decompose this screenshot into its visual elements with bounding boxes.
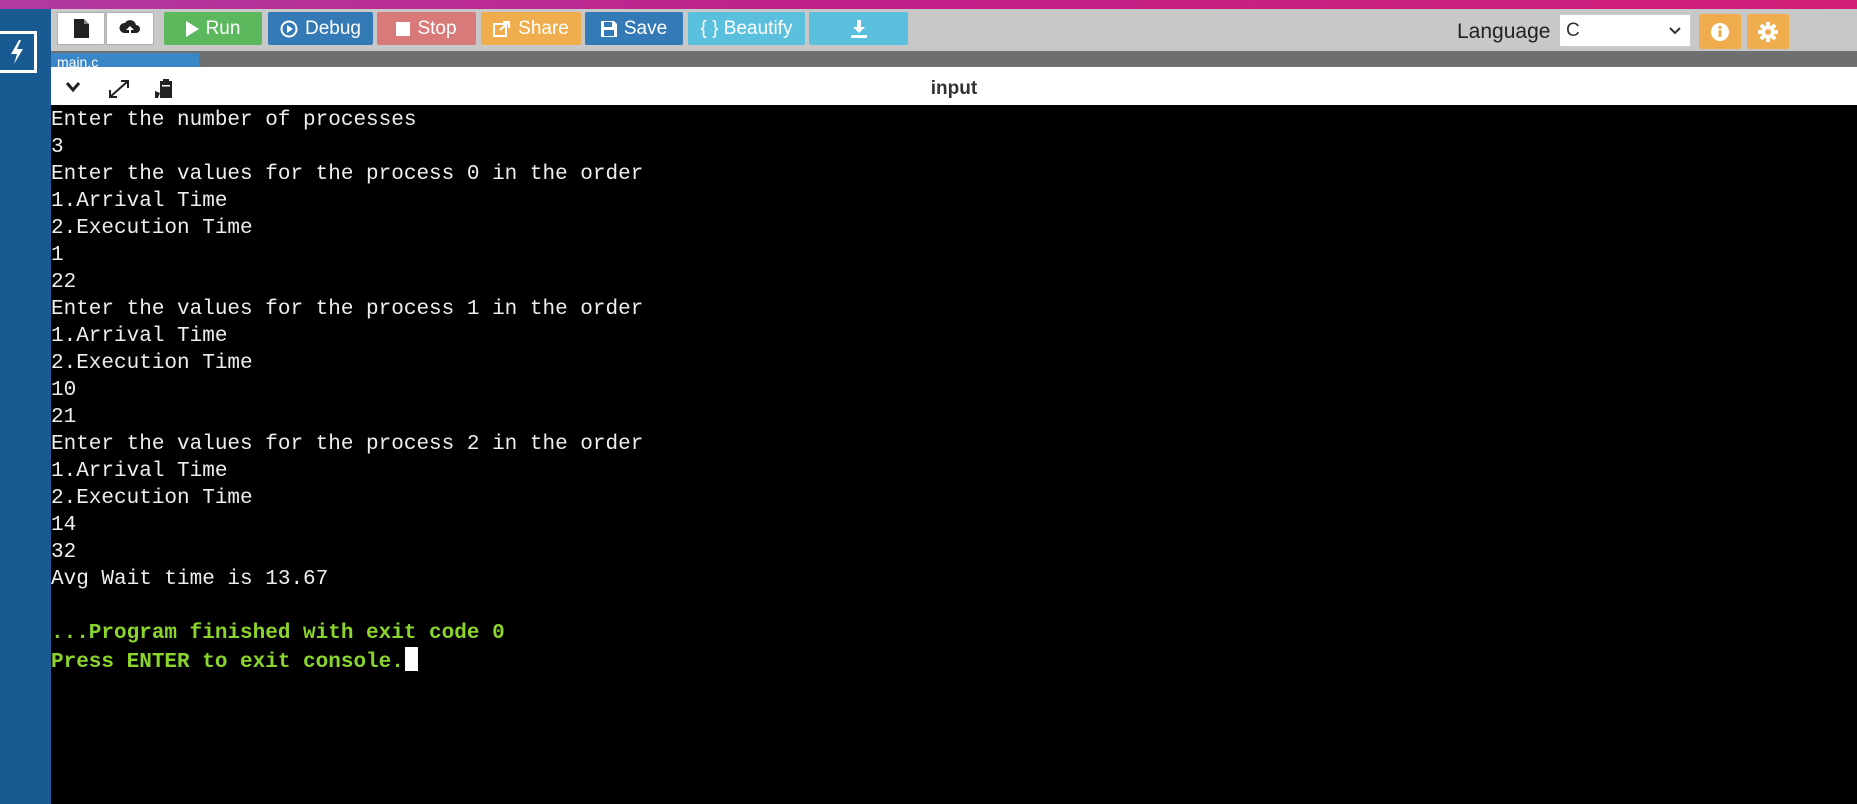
download-icon — [850, 19, 867, 38]
stop-icon — [396, 21, 411, 36]
console-line: Avg Wait time is 13.67 — [51, 568, 329, 591]
console-line: 1.Arrival Time — [51, 460, 228, 483]
console-line: 22 — [51, 271, 77, 294]
console-line: 10 — [51, 379, 77, 402]
play-circle-icon — [280, 20, 298, 37]
console-line: 32 — [51, 541, 77, 564]
beautify-button[interactable]: { } Beautify — [688, 12, 805, 45]
share-button-label: Share — [518, 17, 569, 39]
sidebar — [0, 9, 51, 804]
download-button[interactable] — [809, 12, 908, 45]
file-tab-bar: main.c — [51, 51, 1857, 67]
new-file-button[interactable] — [57, 12, 105, 45]
console-line: 1 — [51, 244, 64, 267]
stop-button[interactable]: Stop — [377, 12, 476, 45]
io-panel-title: input — [930, 78, 978, 99]
language-select-value: C — [1566, 19, 1580, 41]
console-line: Enter the values for the process 0 in th… — [51, 163, 644, 186]
floppy-disk-icon — [600, 20, 617, 37]
console-line: 2.Execution Time — [51, 217, 253, 240]
save-button-label: Save — [623, 17, 668, 39]
run-button-label: Run — [205, 17, 241, 39]
top-accent-bar — [0, 0, 1857, 9]
console-prompt-text: Press ENTER to exit console. — [51, 651, 404, 674]
file-icon — [73, 19, 89, 38]
bolt-logo-icon[interactable] — [0, 31, 37, 73]
language-label: Language — [1457, 20, 1551, 43]
language-select[interactable]: C — [1559, 14, 1691, 47]
console-line: 1.Arrival Time — [51, 325, 228, 348]
share-button[interactable]: Share — [481, 12, 581, 45]
play-icon — [185, 20, 199, 37]
upload-button[interactable] — [106, 12, 154, 45]
save-button[interactable]: Save — [585, 12, 683, 45]
debug-button-label: Debug — [305, 17, 361, 39]
debug-button[interactable]: Debug — [268, 12, 373, 45]
run-button[interactable]: Run — [164, 12, 262, 45]
settings-button[interactable] — [1747, 14, 1789, 49]
gear-icon — [1758, 21, 1778, 42]
console-line: Enter the values for the process 2 in th… — [51, 433, 644, 456]
console-line: Enter the values for the process 1 in th… — [51, 298, 644, 321]
console-output[interactable]: Enter the number of processes 3 Enter th… — [51, 105, 1857, 804]
console-prompt-line: Press ENTER to exit console. — [51, 647, 643, 674]
chevron-down-icon — [1669, 27, 1681, 35]
console-line: 1.Arrival Time — [51, 190, 228, 213]
console-exit-message: ...Program finished with exit code 0 — [51, 622, 505, 645]
beautify-button-label: { } Beautify — [700, 17, 793, 39]
console-cursor — [404, 647, 418, 671]
cloud-upload-icon — [119, 19, 140, 37]
console-line: 2.Execution Time — [51, 487, 253, 510]
io-panel-header: input — [51, 67, 1857, 105]
console-line: 14 — [51, 514, 77, 537]
tab-main-c[interactable]: main.c — [51, 53, 199, 67]
share-icon — [493, 20, 511, 37]
toolbar: Run Debug Stop Share Save { } Beautify L… — [51, 9, 1857, 51]
info-button[interactable] — [1699, 14, 1741, 49]
info-icon — [1711, 22, 1729, 41]
console-line: Enter the number of processes — [51, 109, 417, 132]
stop-button-label: Stop — [417, 17, 457, 39]
console-line: 21 — [51, 406, 77, 429]
console-line: 3 — [51, 136, 64, 159]
console-line: 2.Execution Time — [51, 352, 253, 375]
